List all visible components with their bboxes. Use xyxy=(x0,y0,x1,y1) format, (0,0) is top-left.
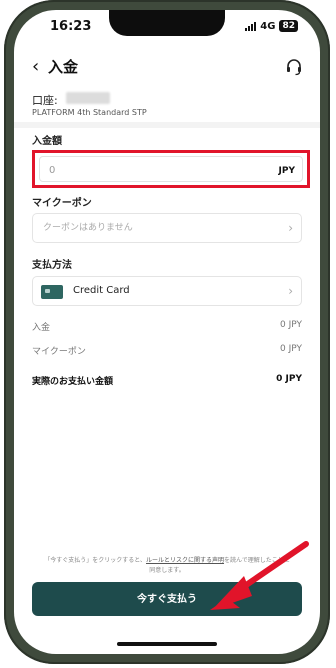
battery-icon: 82 xyxy=(279,20,298,32)
chevron-right-icon: › xyxy=(288,221,293,235)
amount-field: JPY xyxy=(39,156,303,183)
signal-icon xyxy=(245,21,257,31)
app-screen: 16:23 4G 82 ‹ 入金 口座: PLATFORM 4th Standa… xyxy=(14,10,320,654)
disclaimer: 「今すぐ支払う」をクリックすると、ルールとリスクに関する声明を読んで理解したこと… xyxy=(44,556,290,576)
phone-frame: 16:23 4G 82 ‹ 入金 口座: PLATFORM 4th Standa… xyxy=(4,0,330,664)
deposit-label: 入金 xyxy=(32,323,51,333)
currency-label: JPY xyxy=(278,166,295,176)
total-label: 実際のお支払い金額 xyxy=(32,377,114,387)
total-row: 実際のお支払い金額 0 JPY xyxy=(32,374,302,387)
pay-now-button[interactable]: 今すぐ支払う xyxy=(32,582,302,616)
headset-icon[interactable] xyxy=(284,57,304,77)
amount-highlight: JPY xyxy=(32,150,310,188)
header: ‹ 入金 xyxy=(32,56,302,78)
chevron-left-icon[interactable]: ‹ xyxy=(32,56,39,78)
deposit-value: 0 JPY xyxy=(280,320,302,330)
amount-label: 入金額 xyxy=(32,136,62,147)
page-title: 入金 xyxy=(48,58,79,76)
risk-statement-link[interactable]: ルールとリスクに関する声明 xyxy=(146,557,224,564)
coupon-select[interactable]: クーポンはありません › xyxy=(32,213,302,243)
status-bar-right: 4G 82 xyxy=(245,20,298,32)
coupon-placeholder: クーポンはありません xyxy=(43,223,133,233)
coupon-label: マイクーポン xyxy=(32,198,92,209)
coupon-value: 0 JPY xyxy=(280,344,302,354)
payment-label: 支払方法 xyxy=(32,260,72,271)
payment-method-select[interactable]: Credit Card › xyxy=(32,276,302,306)
notch xyxy=(109,10,225,36)
account-type: PLATFORM 4th Standard STP xyxy=(32,108,147,117)
amount-input[interactable] xyxy=(47,157,201,183)
network-label: 4G xyxy=(260,20,276,32)
coupon-row: マイクーポン 0 JPY xyxy=(32,344,302,357)
deposit-row: 入金 0 JPY xyxy=(32,320,302,333)
status-time: 16:23 xyxy=(50,19,92,34)
credit-card-icon xyxy=(41,285,63,299)
divider xyxy=(14,122,320,128)
chevron-right-icon: › xyxy=(288,284,293,298)
disclaimer-prefix: 「今すぐ支払う」をクリックすると、 xyxy=(44,557,147,564)
home-indicator xyxy=(117,642,217,646)
total-value: 0 JPY xyxy=(276,374,302,384)
account-number-redacted xyxy=(66,92,110,104)
coupon-row-label: マイクーポン xyxy=(32,347,86,357)
account-label: 口座: xyxy=(32,94,58,107)
payment-method-label: Credit Card xyxy=(73,285,130,296)
